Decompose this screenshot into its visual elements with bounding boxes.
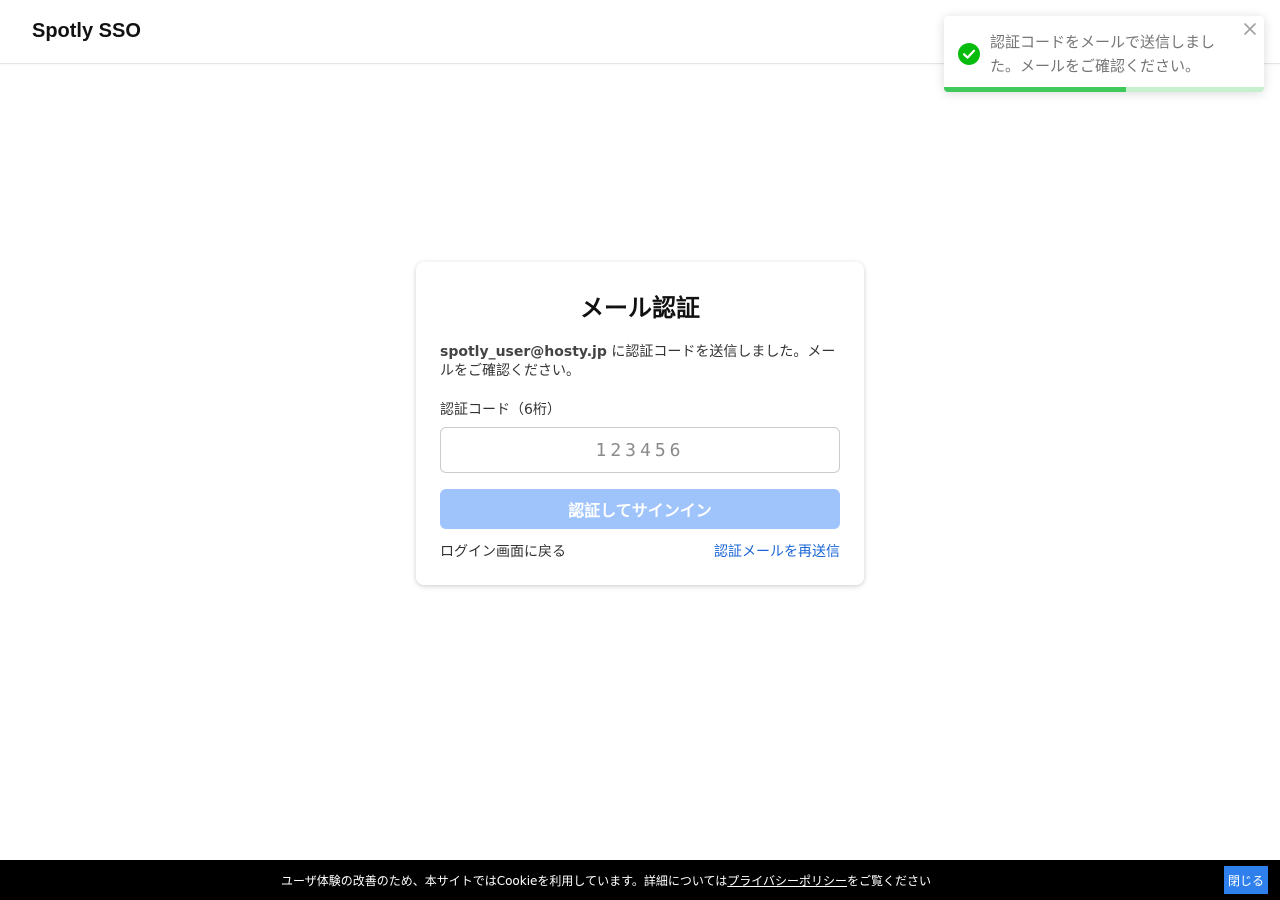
success-toast[interactable]: 認証コードをメールで送信しました。メールをご確認ください。 bbox=[944, 16, 1264, 92]
user-email: spotly_user@hosty.jp bbox=[440, 344, 607, 360]
toast-progress-bar bbox=[944, 87, 1127, 92]
email-verification-card: メール認証 spotly_user@hosty.jp に認証コードを送信しました… bbox=[416, 262, 864, 585]
verification-description: spotly_user@hosty.jp に認証コードを送信しました。メールをご… bbox=[440, 343, 840, 381]
cookie-close-button[interactable]: 閉じる bbox=[1224, 866, 1268, 894]
cookie-text-after: をご覧ください bbox=[847, 874, 932, 888]
verify-signin-button[interactable]: 認証してサインイン bbox=[440, 489, 840, 529]
cookie-message: ユーザ体験の改善のため、本サイトではCookieを利用しています。詳細については… bbox=[0, 872, 1212, 889]
verification-code-input[interactable] bbox=[440, 427, 840, 473]
code-field-label: 認証コード（6桁） bbox=[440, 402, 561, 418]
privacy-policy-link[interactable]: プライバシーポリシー bbox=[727, 874, 847, 888]
close-icon[interactable] bbox=[1243, 22, 1257, 36]
cookie-banner: ユーザ体験の改善のため、本サイトではCookieを利用しています。詳細については… bbox=[0, 860, 1280, 900]
check-circle-icon bbox=[958, 43, 980, 65]
app-logo: Spotly SSO bbox=[32, 20, 141, 42]
toast-message: 認証コードをメールで送信しました。メールをご確認ください。 bbox=[990, 33, 1216, 75]
back-to-login-link[interactable]: ログイン画面に戻る bbox=[440, 541, 566, 561]
cookie-text-before: ユーザ体験の改善のため、本サイトではCookieを利用しています。詳細については bbox=[280, 874, 728, 888]
page-title: メール認証 bbox=[580, 294, 700, 322]
resend-email-link[interactable]: 認証メールを再送信 bbox=[714, 541, 840, 561]
